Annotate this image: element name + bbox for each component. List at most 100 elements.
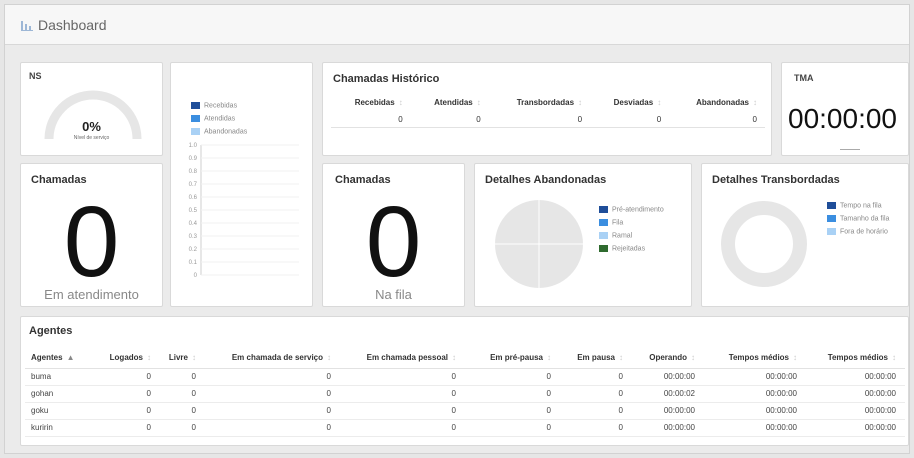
table-cell: 0 <box>560 402 632 420</box>
chamadas-fila-label: Na fila <box>375 287 412 302</box>
chamadas-fila-card: Chamadas 0 Na fila <box>322 163 465 307</box>
table-cell: 00:00:02 <box>632 385 704 403</box>
transbordadas-donut <box>721 201 807 287</box>
table-cell: 00:00:00 <box>806 368 905 386</box>
table-cell: goku <box>25 402 105 420</box>
table-cell: 00:00:00 <box>704 368 806 386</box>
legend-label: Tamanho da fila <box>840 215 890 223</box>
y-tick-label: 0 <box>194 273 198 279</box>
chamadas-fila-value: 0 <box>365 186 422 298</box>
historico-col-header[interactable]: Recebidas ↕ <box>331 93 411 111</box>
col-header[interactable]: Em pré-pausa ↕ <box>465 348 560 369</box>
ns-value: 0% <box>82 119 101 134</box>
col-header[interactable]: Em pausa ↕ <box>560 348 632 369</box>
y-tick-label: 0.4 <box>189 221 198 227</box>
bar-chart-card: Recebidas Atendidas Abandonadas 1.0 0.9 0.… <box>170 62 313 307</box>
abandonadas-pie <box>495 200 583 288</box>
y-tick-label: 0.3 <box>189 234 198 240</box>
legend-swatch <box>599 219 608 226</box>
chamadas-atendimento-label: Em atendimento <box>44 287 139 302</box>
chamadas-atendimento-card: Chamadas 0 Em atendimento <box>20 163 163 307</box>
chamadas-atendimento-title: Chamadas <box>31 174 87 186</box>
table-cell: 0 <box>105 368 160 386</box>
historico-table: Recebidas ↕ Atendidas ↕ Transbordadas ↕ Des… <box>331 93 765 127</box>
chamadas-atendimento-value: 0 <box>63 186 120 298</box>
historico-col-header[interactable]: Desviadas ↕ <box>590 93 669 111</box>
col-header[interactable]: Livre ↕ <box>160 348 205 369</box>
legend-swatch <box>827 228 836 235</box>
table-cell: 0 <box>160 368 205 386</box>
agentes-table: Agentes ▲ Logados ↕ Livre ↕ Em chamada de s… <box>25 348 905 437</box>
legend-item: Tamanho da fila <box>827 215 889 222</box>
y-tick-label: 0.5 <box>189 208 198 214</box>
table-cell: 00:00:00 <box>806 419 905 437</box>
dashboard-window: Dashboard NS 0% Nível de serviço Recebid… <box>4 4 910 454</box>
col-header[interactable]: Tempos médios ↕ <box>704 348 806 369</box>
legend-label: Ramal <box>612 232 633 240</box>
table-cell: 0 <box>560 368 632 386</box>
historico-divider <box>331 127 765 128</box>
table-cell: kuririn <box>25 419 105 437</box>
table-cell: 00:00:00 <box>806 402 905 420</box>
historico-row: 0 0 0 0 0 <box>331 111 765 127</box>
table-cell: 00:00:00 <box>632 419 704 437</box>
historico-col-header[interactable]: Abandonadas ↕ <box>669 93 765 111</box>
legend-item: Fila <box>599 219 623 226</box>
historico-cell: 0 <box>398 114 403 124</box>
table-cell: 00:00:00 <box>806 385 905 403</box>
transbordadas-card: Detalhes Transbordadas Tempo na fila Tam… <box>701 163 909 307</box>
col-header[interactable]: Tempos médios ↕ <box>806 348 905 369</box>
legend-item: Fora de horário <box>827 228 888 235</box>
legend-label: Fila <box>612 219 624 227</box>
table-cell: 0 <box>340 419 465 437</box>
table-cell: 0 <box>105 419 160 437</box>
col-header[interactable]: Em chamada de serviço ↕ <box>205 348 340 369</box>
y-tick-label: 0.2 <box>189 247 198 253</box>
historico-cell: 0 <box>476 114 481 124</box>
page-title: Dashboard <box>38 17 107 33</box>
top-bar: Dashboard <box>5 5 909 45</box>
table-cell: 0 <box>465 419 560 437</box>
ns-title: NS <box>29 71 42 81</box>
table-cell: 0 <box>340 402 465 420</box>
table-cell: 0 <box>465 402 560 420</box>
legend-item: Ramal <box>599 232 632 239</box>
legend-swatch <box>827 202 836 209</box>
historico-title: Chamadas Histórico <box>333 73 440 85</box>
table-cell: 0 <box>340 385 465 403</box>
historico-card: Chamadas Histórico Recebidas ↕ Atendidas ↕… <box>322 62 772 156</box>
table-cell: 0 <box>160 385 205 403</box>
legend-swatch <box>599 206 608 213</box>
legend-label: Fora de horário <box>840 228 888 236</box>
y-tick-label: 0.1 <box>189 260 198 266</box>
table-row: gohan 0 0 0 0 0 0 00:00:02 00:00:00 00:0… <box>25 385 905 403</box>
historico-cell: 0 <box>656 114 662 124</box>
table-row: buma 0 0 0 0 0 0 00:00:00 00:00:00 00:00… <box>25 368 905 386</box>
table-cell: 0 <box>205 368 340 386</box>
historico-col-header[interactable]: Transbordadas ↕ <box>489 93 590 111</box>
bar-chart: 1.0 0.9 0.8 0.7 0.6 0.5 0.4 0.3 0.2 0.1 0 <box>189 143 299 279</box>
y-tick-label: 1.0 <box>189 143 198 149</box>
col-header[interactable]: Operando ↕ <box>632 348 704 369</box>
table-cell: 0 <box>205 419 340 437</box>
tma-title: TMA <box>794 73 814 83</box>
historico-col-header[interactable]: Atendidas ↕ <box>411 93 489 111</box>
table-cell: 0 <box>560 385 632 403</box>
table-cell: 00:00:00 <box>704 419 806 437</box>
table-cell: gohan <box>25 385 105 403</box>
col-header[interactable]: Logados ↕ <box>105 348 160 369</box>
historico-cell: 0 <box>752 114 757 124</box>
ns-card: NS 0% Nível de serviço <box>20 62 163 156</box>
legend-label: Pré-atendimento <box>612 206 664 214</box>
col-header[interactable]: Em chamada pessoal ↕ <box>340 348 465 369</box>
table-cell: 00:00:00 <box>632 402 704 420</box>
col-header[interactable]: Agentes ▲ <box>25 348 105 369</box>
table-cell: 00:00:00 <box>632 368 704 386</box>
table-cell: 0 <box>205 385 340 403</box>
table-cell: 0 <box>160 419 205 437</box>
tma-underline <box>840 149 860 150</box>
chamadas-fila-title: Chamadas <box>335 174 391 186</box>
agentes-title: Agentes <box>29 325 73 337</box>
y-tick-label: 0.8 <box>189 169 198 175</box>
y-tick-label: 0.6 <box>189 195 198 201</box>
